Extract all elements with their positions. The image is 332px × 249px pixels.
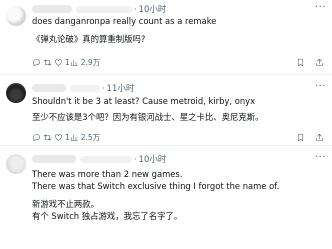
tweet-text-original: Shouldn't it be 3 at least? Cause metroi… (32, 96, 256, 106)
separator-dot: · (102, 83, 105, 93)
views-icon (70, 134, 78, 141)
reply-icon (33, 58, 40, 66)
retweet-button[interactable] (43, 58, 54, 67)
tweet-text-translation: 至少不应该是3个吧？因为有银河战士、星之卡比、奥尼克斯。 (32, 112, 264, 122)
like-icon (55, 58, 62, 66)
views-button[interactable]: 2.5万 (70, 132, 100, 143)
share-button[interactable] (315, 58, 324, 67)
tweet-text-translation-line-2: 有个 Switch 独占游戏，我忘了名字了。 (32, 211, 183, 221)
tweet-time[interactable]: 10小时 (139, 153, 167, 165)
more-options-button[interactable]: ··· (315, 2, 326, 13)
bookmark-icon (297, 133, 304, 141)
tweet-text-original-line-1: There was more than 2 new games. (32, 169, 183, 179)
views-count: 2.9万 (80, 57, 101, 67)
tweet-text-original-line-2: There was that Switch exclusive thing I … (32, 181, 280, 191)
tweet-time[interactable]: 10小时 (139, 3, 167, 15)
share-button[interactable] (315, 133, 324, 142)
retweet-button[interactable] (43, 133, 54, 142)
author-handle-redacted (76, 5, 132, 13)
tweet-3[interactable]: · 10小时 ··· There was more than 2 new gam… (0, 146, 332, 249)
like-button[interactable]: 1 (54, 133, 70, 142)
bookmark-icon (297, 58, 304, 66)
tweet-header: · 10小时 (32, 3, 166, 15)
reply-icon (33, 133, 40, 141)
more-options-button[interactable]: ··· (315, 81, 326, 92)
views-button[interactable]: 2.9万 (70, 57, 100, 68)
views-icon (70, 59, 78, 66)
reply-button[interactable] (32, 133, 43, 142)
author-handle-redacted (70, 84, 100, 92)
share-icon (316, 58, 323, 66)
author-name-redacted[interactable] (32, 84, 66, 92)
tweet-header: · 10小时 (32, 153, 166, 165)
tweet-actions: 1 2.9万 (32, 56, 324, 68)
author-name-redacted[interactable] (32, 5, 72, 13)
avatar[interactable] (6, 83, 26, 103)
avatar[interactable] (6, 6, 26, 26)
tweet-time[interactable]: 11小时 (107, 82, 135, 94)
separator-dot: · (134, 4, 137, 14)
more-options-button[interactable]: ··· (315, 152, 326, 163)
tweet-actions: 1 2.5万 (32, 131, 324, 143)
tweet-text-original: does danganronpa really count as a remak… (32, 16, 217, 26)
tweet-1[interactable]: · 10小时 ··· does danganronpa really count… (0, 0, 332, 75)
share-icon (316, 133, 323, 141)
avatar[interactable] (6, 154, 26, 174)
retweet-icon (43, 134, 52, 140)
views-count: 2.5万 (80, 132, 101, 142)
tweet-2[interactable]: · 11小时 ··· Shouldn't it be 3 at least? C… (0, 75, 332, 146)
tweet-text-translation-line-1: 新游戏不止两款。 (32, 199, 99, 209)
author-handle-redacted (80, 155, 132, 163)
separator-dot: · (134, 154, 137, 164)
like-icon (55, 133, 62, 141)
bookmark-button[interactable] (296, 58, 305, 67)
tweet-text-translation: 《弹丸论破》真的算重制版吗? (32, 34, 146, 44)
retweet-icon (43, 59, 52, 65)
like-button[interactable]: 1 (54, 58, 70, 67)
bookmark-button[interactable] (296, 133, 305, 142)
author-name-redacted[interactable] (32, 155, 76, 163)
tweet-header: · 11小时 (32, 82, 134, 94)
reply-button[interactable] (32, 58, 43, 67)
